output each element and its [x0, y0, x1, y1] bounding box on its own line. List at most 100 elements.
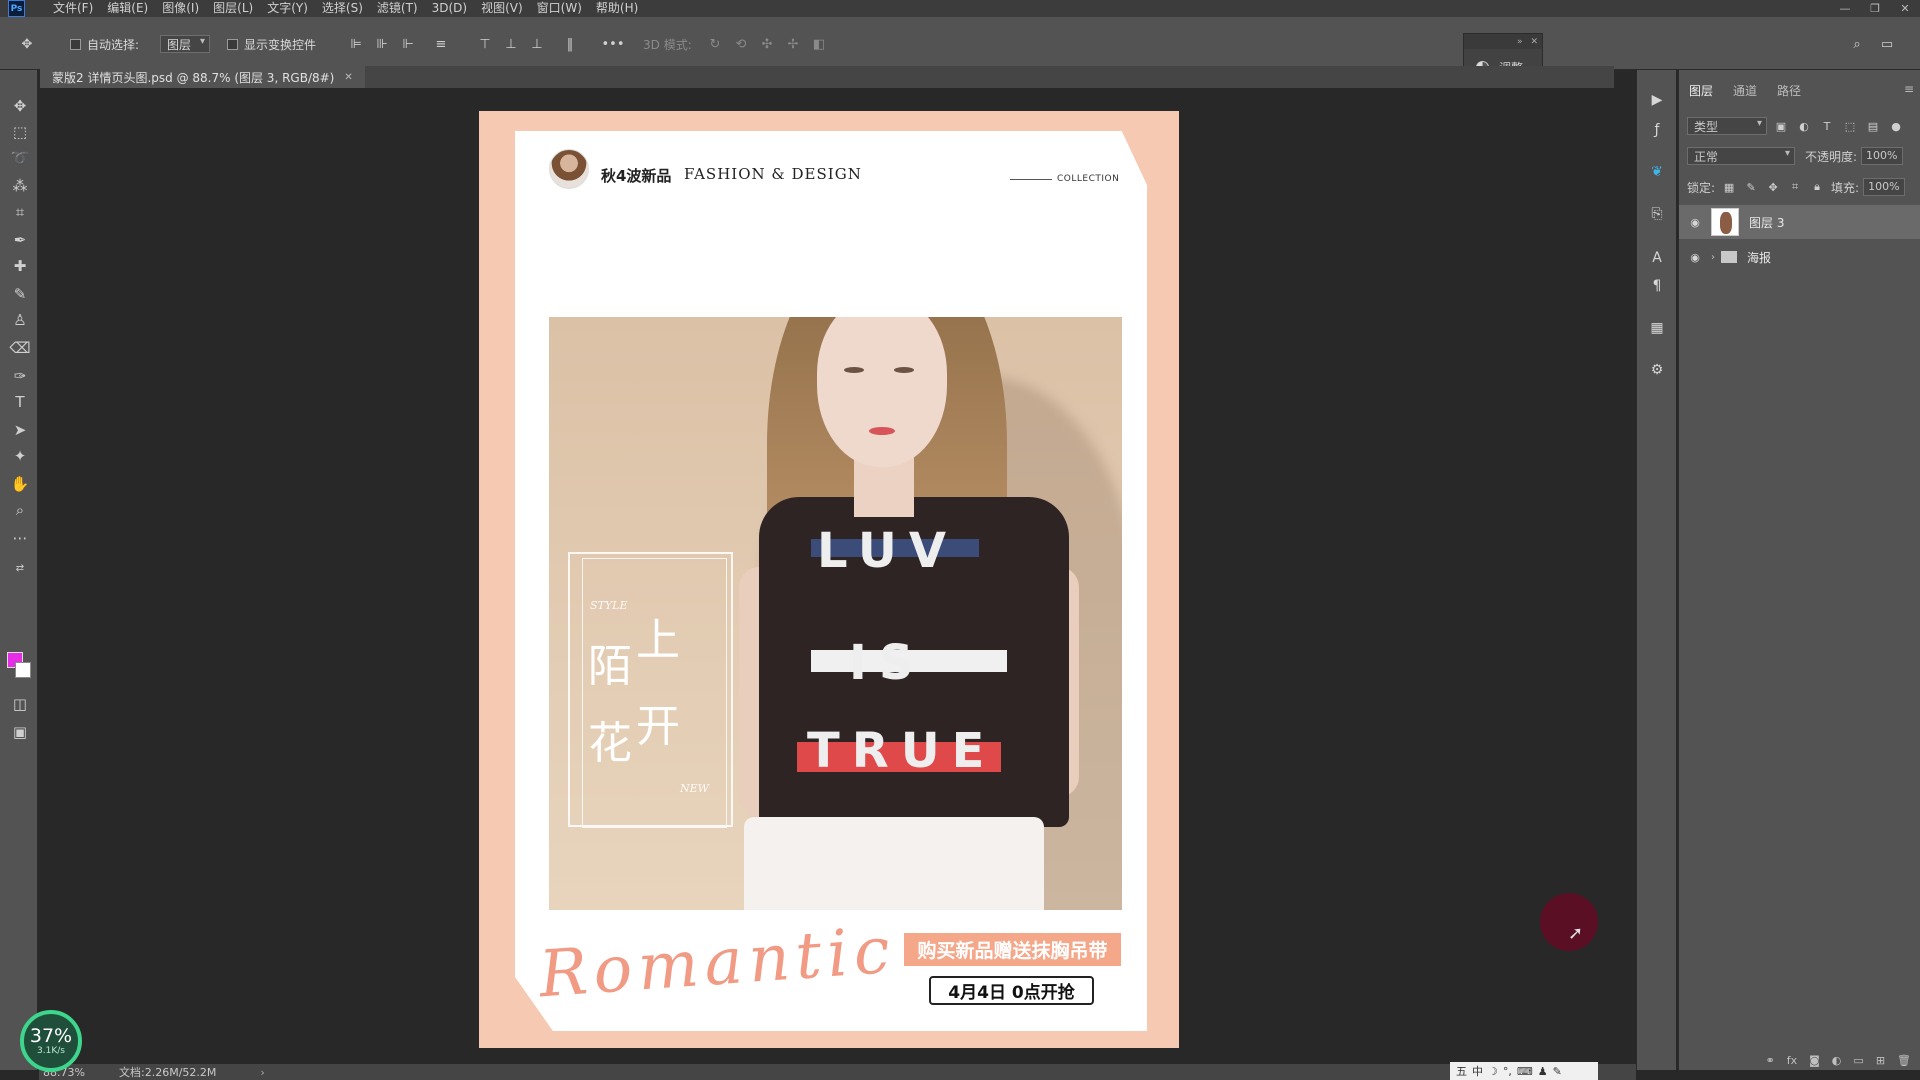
- menu-window[interactable]: 窗口(W): [537, 0, 582, 17]
- brush-settings-icon[interactable]: ❦: [1647, 162, 1667, 182]
- delete-layer-icon[interactable]: 🗑︎: [1897, 1054, 1911, 1070]
- document-canvas[interactable]: 秋4波新品 FASHION & DESIGN COLLECTION LUV IS…: [479, 111, 1179, 1048]
- play-actions-icon[interactable]: ▶: [1647, 90, 1667, 110]
- fill-input[interactable]: 100%: [1863, 178, 1905, 196]
- distribute-vertical-icon[interactable]: ‖: [561, 35, 579, 53]
- ime-wubi-icon[interactable]: 五: [1456, 1063, 1467, 1079]
- 3d-roll-icon[interactable]: ⟲: [732, 35, 750, 53]
- eyedropper-icon[interactable]: ✒: [10, 230, 30, 250]
- lock-all-icon[interactable]: 🔒︎: [1809, 179, 1825, 195]
- more-tools-icon[interactable]: ⋯: [10, 528, 30, 548]
- auto-select-checkbox[interactable]: 自动选择:: [70, 35, 139, 53]
- swap-colors-icon[interactable]: ⇄: [10, 558, 30, 578]
- visibility-eye-icon[interactable]: ◉: [1685, 251, 1705, 264]
- menu-file[interactable]: 文件(F): [53, 0, 93, 17]
- 3d-pan-icon[interactable]: ✣: [758, 35, 776, 53]
- 3d-camera-icon[interactable]: ◧: [810, 35, 828, 53]
- close-icon[interactable]: ✕: [1530, 37, 1538, 47]
- ime-chinese-icon[interactable]: 中: [1472, 1063, 1483, 1079]
- menu-edit[interactable]: 编辑(E): [107, 0, 148, 17]
- magic-wand-icon[interactable]: ⁂: [10, 176, 30, 196]
- menu-select[interactable]: 选择(S): [322, 0, 363, 17]
- align-left-icon[interactable]: ⊫: [347, 35, 365, 53]
- tab-channels[interactable]: 通道: [1723, 80, 1767, 102]
- opacity-input[interactable]: 100%: [1861, 147, 1903, 165]
- auto-select-dropdown[interactable]: 图层: [160, 35, 211, 53]
- pen-tool-icon[interactable]: ✑: [10, 366, 30, 386]
- workspace-icon[interactable]: ▭: [1878, 35, 1896, 53]
- move-tool-icon[interactable]: ✥: [10, 96, 30, 116]
- 3d-slide-icon[interactable]: ✢: [784, 35, 802, 53]
- new-group-icon[interactable]: ▭: [1853, 1054, 1863, 1070]
- menu-help[interactable]: 帮助(H): [596, 0, 638, 17]
- new-layer-icon[interactable]: ⊞: [1876, 1054, 1885, 1070]
- character-icon[interactable]: A: [1647, 248, 1667, 268]
- link-layers-icon[interactable]: ⚭: [1766, 1054, 1775, 1070]
- document-tab[interactable]: 蒙版2 详情页头图.psd @ 88.7% (图层 3, RGB/8#) ✕: [40, 66, 365, 88]
- collapse-icon[interactable]: »: [1517, 37, 1523, 47]
- screen-mode-icon[interactable]: ▣: [10, 722, 30, 742]
- tab-layers[interactable]: 图层: [1679, 80, 1723, 102]
- layer-filter-dropdown[interactable]: 类型: [1687, 117, 1767, 135]
- paragraph-icon[interactable]: ¶: [1647, 276, 1667, 296]
- distribute-icon[interactable]: ≡: [432, 35, 450, 53]
- path-selection-icon[interactable]: ➤: [10, 420, 30, 440]
- shape-tool-icon[interactable]: ✦: [10, 446, 30, 466]
- expand-arrow-icon[interactable]: ›: [1711, 252, 1715, 263]
- ime-keyboard-icon[interactable]: ⌨: [1517, 1065, 1533, 1078]
- move-tool-icon[interactable]: ✥: [18, 35, 36, 53]
- menu-type[interactable]: 文字(Y): [267, 0, 308, 17]
- marquee-tool-icon[interactable]: ⬚: [10, 122, 30, 142]
- tab-paths[interactable]: 路径: [1767, 80, 1811, 102]
- filter-shape-icon[interactable]: ⬚: [1841, 117, 1859, 135]
- align-middle-icon[interactable]: ⊥: [502, 35, 520, 53]
- 3d-orbit-icon[interactable]: ↻: [706, 35, 724, 53]
- close-button[interactable]: ✕: [1890, 0, 1920, 17]
- background-color-swatch[interactable]: [15, 662, 31, 678]
- filter-adjustment-icon[interactable]: ◐: [1795, 117, 1813, 135]
- type-tool-icon[interactable]: T: [10, 392, 30, 412]
- crop-tool-icon[interactable]: ⌗: [10, 202, 30, 222]
- restore-button[interactable]: ❐: [1860, 0, 1890, 17]
- menu-3d[interactable]: 3D(D): [432, 0, 467, 17]
- search-icon[interactable]: ⌕: [1848, 35, 1866, 53]
- lock-position-icon[interactable]: ✥: [1765, 179, 1781, 195]
- menu-filter[interactable]: 滤镜(T): [377, 0, 418, 17]
- ime-moon-icon[interactable]: ☽: [1488, 1065, 1498, 1078]
- filter-type-icon[interactable]: T: [1818, 117, 1836, 135]
- minimize-button[interactable]: —: [1830, 0, 1860, 17]
- table-grid-icon[interactable]: ▦: [1647, 318, 1667, 338]
- menu-image[interactable]: 图像(I): [162, 0, 199, 17]
- filter-smart-object-icon[interactable]: ▤: [1864, 117, 1882, 135]
- brush-tool-icon[interactable]: ✎: [10, 284, 30, 304]
- zoom-tool-icon[interactable]: ⌕: [10, 500, 30, 520]
- healing-brush-icon[interactable]: ✚: [10, 256, 30, 276]
- ime-user-icon[interactable]: ♟: [1538, 1065, 1548, 1078]
- clone-source-icon[interactable]: ⎘: [1647, 204, 1667, 224]
- more-options-icon[interactable]: •••: [602, 35, 625, 53]
- align-bottom-icon[interactable]: ⊥: [528, 35, 546, 53]
- layer-row-layer3[interactable]: ◉ 图层 3: [1679, 205, 1920, 239]
- layer-row-poster-group[interactable]: ◉ › 海报: [1679, 240, 1920, 274]
- visibility-eye-icon[interactable]: ◉: [1685, 216, 1705, 229]
- show-transform-checkbox[interactable]: 显示变换控件: [227, 35, 316, 53]
- align-right-icon[interactable]: ⊩: [399, 35, 417, 53]
- filter-pixel-icon[interactable]: ▣: [1772, 117, 1790, 135]
- blend-mode-dropdown[interactable]: 正常: [1687, 147, 1795, 165]
- ime-punct-icon[interactable]: °,: [1503, 1065, 1512, 1078]
- close-tab-icon[interactable]: ✕: [344, 72, 352, 83]
- quick-mask-icon[interactable]: ◫: [10, 694, 30, 714]
- stamp-tool-icon[interactable]: ♙: [10, 310, 30, 330]
- lasso-tool-icon[interactable]: ➰: [10, 148, 30, 168]
- menu-view[interactable]: 视图(V): [481, 0, 523, 17]
- ime-settings-icon[interactable]: ✎: [1553, 1065, 1562, 1078]
- lock-transparency-icon[interactable]: ▦: [1721, 179, 1737, 195]
- hand-tool-icon[interactable]: ✋: [10, 474, 30, 494]
- menu-layer[interactable]: 图层(L): [213, 0, 253, 17]
- align-top-icon[interactable]: ⊤: [476, 35, 494, 53]
- eraser-tool-icon[interactable]: ⌫: [9, 338, 30, 358]
- lock-artboard-icon[interactable]: ⌗: [1787, 179, 1803, 195]
- panel-menu-icon[interactable]: ≡: [1904, 82, 1914, 96]
- add-mask-icon[interactable]: ◙: [1809, 1054, 1820, 1070]
- align-center-icon[interactable]: ⊪: [373, 35, 391, 53]
